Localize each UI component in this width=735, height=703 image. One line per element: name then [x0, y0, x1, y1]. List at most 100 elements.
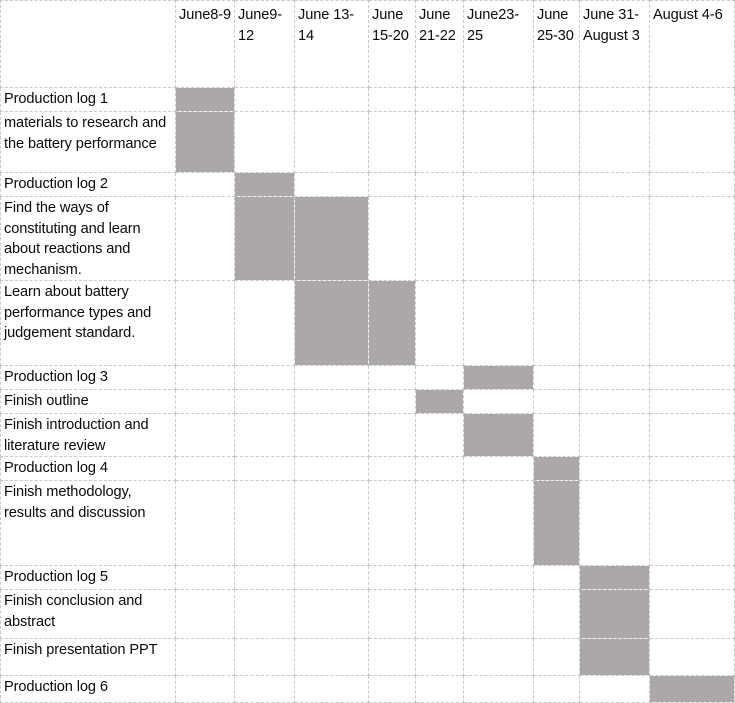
- gantt-empty-cell: [175, 365, 235, 390]
- gantt-empty-cell: [649, 589, 735, 639]
- gantt-empty-cell: [368, 589, 416, 639]
- gantt-bar-cell: [533, 480, 580, 566]
- gantt-bar-cell: [579, 589, 650, 639]
- task-label: Finish methodology, results and discussi…: [0, 480, 176, 566]
- gantt-empty-cell: [415, 365, 464, 390]
- gantt-empty-cell: [415, 565, 464, 590]
- gantt-empty-cell: [579, 389, 650, 414]
- gantt-empty-cell: [533, 196, 580, 281]
- task-label: Production log 6: [0, 675, 176, 703]
- table-row: Finish conclusion and abstract: [0, 589, 735, 639]
- gantt-bar-cell: [234, 196, 295, 281]
- gantt-empty-cell: [294, 565, 369, 590]
- gantt-empty-cell: [234, 389, 295, 414]
- gantt-empty-cell: [579, 280, 650, 366]
- gantt-empty-cell: [175, 389, 235, 414]
- gantt-bar-cell: [175, 87, 235, 112]
- gantt-empty-cell: [294, 413, 369, 457]
- gantt-header-row: June8-9 June9-12 June 13-14 June 15-20 June …: [0, 0, 735, 88]
- gantt-empty-cell: [294, 172, 369, 197]
- gantt-empty-cell: [234, 280, 295, 366]
- gantt-empty-cell: [234, 413, 295, 457]
- gantt-empty-cell: [234, 565, 295, 590]
- gantt-bar-cell: [579, 638, 650, 676]
- gantt-empty-cell: [649, 413, 735, 457]
- gantt-empty-cell: [463, 280, 534, 366]
- gantt-empty-cell: [234, 589, 295, 639]
- gantt-empty-cell: [649, 111, 735, 173]
- task-label: Find the ways of constituting and learn …: [0, 196, 176, 281]
- corner-cell: [0, 0, 176, 88]
- gantt-empty-cell: [175, 456, 235, 481]
- gantt-empty-cell: [649, 456, 735, 481]
- gantt-empty-cell: [533, 413, 580, 457]
- gantt-empty-cell: [294, 589, 369, 639]
- gantt-header-row-group: June8-9 June9-12 June 13-14 June 15-20 June …: [0, 0, 735, 88]
- table-row: Production log 1: [0, 87, 735, 112]
- gantt-bar-cell: [175, 111, 235, 173]
- task-label: Finish outline: [0, 389, 176, 414]
- gantt-empty-cell: [415, 111, 464, 173]
- gantt-empty-cell: [579, 365, 650, 390]
- table-row: Production log 5: [0, 565, 735, 590]
- gantt-empty-cell: [415, 480, 464, 566]
- gantt-empty-cell: [368, 172, 416, 197]
- gantt-bar-cell: [533, 456, 580, 481]
- gantt-empty-cell: [368, 456, 416, 481]
- gantt-empty-cell: [294, 87, 369, 112]
- table-row: Production log 2: [0, 172, 735, 197]
- table-row: Learn about battery performance types an…: [0, 280, 735, 366]
- gantt-empty-cell: [533, 172, 580, 197]
- gantt-empty-cell: [175, 480, 235, 566]
- gantt-empty-cell: [368, 87, 416, 112]
- gantt-empty-cell: [175, 413, 235, 457]
- gantt-empty-cell: [175, 280, 235, 366]
- gantt-empty-cell: [175, 638, 235, 676]
- gantt-empty-cell: [415, 638, 464, 676]
- column-header: June23-25: [463, 0, 534, 88]
- gantt-empty-cell: [649, 638, 735, 676]
- column-header: June 21-22: [415, 0, 464, 88]
- gantt-empty-cell: [294, 480, 369, 566]
- gantt-empty-cell: [234, 675, 295, 703]
- gantt-empty-cell: [234, 365, 295, 390]
- gantt-bar-cell: [579, 565, 650, 590]
- column-header: June 31-August 3: [579, 0, 650, 88]
- gantt-bar-cell: [463, 413, 534, 457]
- gantt-bar-cell: [415, 389, 464, 414]
- column-header: June8-9: [175, 0, 235, 88]
- gantt-empty-cell: [463, 638, 534, 676]
- gantt-bar-cell: [368, 280, 416, 366]
- gantt-empty-cell: [415, 196, 464, 281]
- gantt-empty-cell: [234, 638, 295, 676]
- gantt-empty-cell: [368, 565, 416, 590]
- gantt-empty-cell: [234, 480, 295, 566]
- table-row: Production log 3: [0, 365, 735, 390]
- gantt-empty-cell: [533, 589, 580, 639]
- gantt-empty-cell: [579, 87, 650, 112]
- gantt-empty-cell: [415, 456, 464, 481]
- task-label: Production log 2: [0, 172, 176, 197]
- column-header: June 25-30: [533, 0, 580, 88]
- gantt-empty-cell: [533, 365, 580, 390]
- gantt-empty-cell: [533, 638, 580, 676]
- gantt-empty-cell: [415, 675, 464, 703]
- gantt-bar-cell: [649, 675, 735, 703]
- gantt-empty-cell: [649, 480, 735, 566]
- gantt-empty-cell: [463, 87, 534, 112]
- task-label: Production log 1: [0, 87, 176, 112]
- gantt-empty-cell: [368, 675, 416, 703]
- table-row: Production log 6: [0, 675, 735, 703]
- gantt-empty-cell: [294, 456, 369, 481]
- gantt-bar-cell: [294, 196, 369, 281]
- table-row: Finish presentation PPT: [0, 638, 735, 676]
- gantt-empty-cell: [234, 87, 295, 112]
- gantt-chart-table: June8-9 June9-12 June 13-14 June 15-20 June …: [0, 0, 735, 703]
- column-header: August 4-6: [649, 0, 735, 88]
- gantt-body: Production log 1 materials to research an…: [0, 87, 735, 703]
- gantt-empty-cell: [579, 413, 650, 457]
- task-label: Production log 4: [0, 456, 176, 481]
- gantt-bar-cell: [294, 280, 369, 366]
- gantt-empty-cell: [175, 565, 235, 590]
- task-label: materials to research and the battery pe…: [0, 111, 176, 173]
